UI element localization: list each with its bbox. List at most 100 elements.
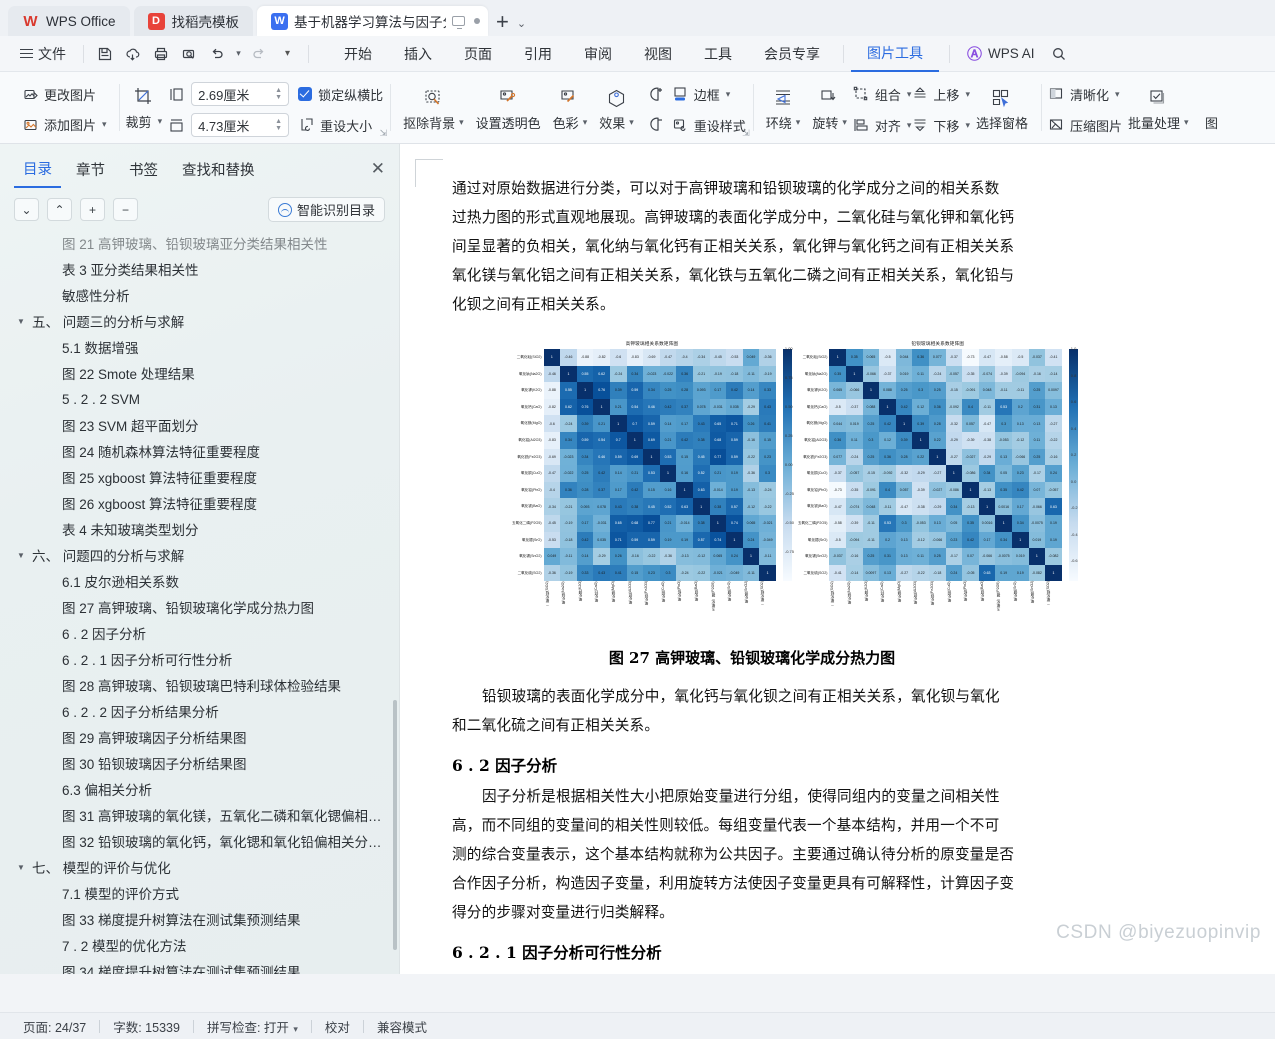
toc-list[interactable]: 图 21 高钾玻璃、铅钡玻璃亚分类结果相关性表 3 亚分类结果相关性 敏感性分析 ▼… bbox=[0, 230, 399, 974]
increase-level-button[interactable]: + bbox=[80, 198, 105, 221]
compatibility-mode[interactable]: 兼容模式 bbox=[364, 1017, 440, 1036]
send-backward-button[interactable]: 下移 ▾ bbox=[911, 112, 970, 138]
tab-review[interactable]: 审阅 bbox=[568, 37, 628, 71]
rotate-button[interactable]: 旋转 ▾ bbox=[806, 85, 853, 135]
picture-height-input[interactable]: 2.69厘米 ▲ ▼ bbox=[191, 82, 290, 106]
toc-item[interactable]: 图 21 高钾玻璃、铅钡玻璃亚分类结果相关性 bbox=[14, 230, 385, 256]
print-preview-icon[interactable] bbox=[175, 41, 203, 67]
toc-item[interactable]: 图 33 梯度提升树算法在测试集预测结果 bbox=[14, 906, 385, 932]
text-wrap-button[interactable]: 环绕 ▾ bbox=[760, 85, 807, 135]
bring-forward-button[interactable]: 上移 ▾ bbox=[911, 81, 970, 107]
cloud-sync-icon[interactable] bbox=[119, 41, 147, 67]
toc-item[interactable]: 7 . 2 模型的优化方法 bbox=[14, 932, 385, 958]
toc-item[interactable]: 7.1 模型的评价方式 bbox=[14, 880, 385, 906]
expand-all-button[interactable]: ⌄ bbox=[14, 198, 39, 221]
sidebar-tab-toc[interactable]: 目录 bbox=[14, 156, 61, 188]
selection-pane-button[interactable]: 选择窗格 bbox=[970, 85, 1034, 135]
toc-item[interactable]: 敏感性分析 bbox=[14, 282, 385, 308]
toc-item[interactable]: 5.1 数据增强 bbox=[14, 334, 385, 360]
smart-toc-button[interactable]: 智能识别目录 bbox=[267, 197, 385, 222]
remove-background-button[interactable]: 抠除背景 ▾ bbox=[397, 85, 470, 135]
page-indicator[interactable]: 页面: 24/37 bbox=[10, 1017, 99, 1036]
toc-item[interactable]: 6.1 皮尔逊相关系数 bbox=[14, 568, 385, 594]
toc-collapse-triangle-icon[interactable]: ▼ bbox=[14, 317, 28, 326]
toc-item[interactable]: 表 4 未知玻璃类型划分 bbox=[14, 516, 385, 542]
toc-item[interactable]: 图 31 高钾玻璃的氧化镁，五氧化二磷和氧化锶偏相关分 ... bbox=[14, 802, 385, 828]
brightness-increase-icon[interactable] bbox=[645, 84, 667, 106]
crop-icon[interactable] bbox=[133, 85, 155, 107]
toc-item[interactable]: ▼ 七、 模型的评价与优化 bbox=[14, 854, 385, 880]
new-tab-button[interactable]: + bbox=[492, 8, 513, 36]
adjust-dialog-launcher-icon[interactable]: ⇲ bbox=[742, 128, 750, 139]
toc-item[interactable]: 图 24 随机森林算法特征重要程度 bbox=[14, 438, 385, 464]
cut-picture-button[interactable]: 图 bbox=[1195, 85, 1229, 135]
redo-icon[interactable] bbox=[245, 41, 273, 67]
toc-item[interactable]: 图 23 SVM 超平面划分 bbox=[14, 412, 385, 438]
toc-collapse-triangle-icon[interactable]: ▼ bbox=[14, 863, 28, 872]
change-picture-button[interactable]: 更改图片 bbox=[17, 82, 112, 108]
stepper-icon[interactable]: ▲ ▼ bbox=[275, 118, 282, 132]
size-dialog-launcher-icon[interactable]: ⇲ bbox=[380, 128, 388, 139]
file-menu-button[interactable]: 文件 bbox=[10, 44, 76, 64]
sidebar-tab-chapter[interactable]: 章节 bbox=[67, 157, 114, 187]
app-tab-wps-office[interactable]: W WPS Office bbox=[8, 6, 130, 36]
document-canvas[interactable]: 通过对原始数据进行分类，可以对于高钾玻璃和铅钡玻璃的化学成分之间的相关系数 过热… bbox=[400, 144, 1275, 974]
align-button[interactable]: 对齐 ▾ bbox=[853, 112, 911, 138]
collapse-all-button[interactable]: ⌃ bbox=[47, 198, 72, 221]
undo-icon[interactable] bbox=[203, 41, 231, 67]
brightness-decrease-icon[interactable] bbox=[645, 114, 667, 136]
sidebar-scrollbar[interactable] bbox=[393, 700, 397, 950]
lock-aspect-ratio-checkbox[interactable]: 锁定纵横比 bbox=[298, 81, 383, 107]
set-transparent-color-button[interactable]: 设置透明色 bbox=[470, 85, 547, 135]
toc-item[interactable]: ▼ 五、 问题三的分析与求解 bbox=[14, 308, 385, 334]
tab-list-chevron-icon[interactable]: ⌄ bbox=[517, 17, 526, 36]
save-icon[interactable] bbox=[91, 41, 119, 67]
toc-item[interactable]: 6 . 2 . 2 因子分析结果分析 bbox=[14, 698, 385, 724]
crop-button[interactable]: 裁剪 ▾ bbox=[126, 109, 163, 135]
sharpen-button[interactable]: 清晰化 ▾ bbox=[1048, 81, 1122, 107]
toc-item[interactable]: 图 26 xgboost 算法特征重要程度 bbox=[14, 490, 385, 516]
reset-size-button[interactable]: 重设大小 bbox=[298, 112, 383, 138]
undo-caret-icon[interactable]: ▾ bbox=[231, 41, 245, 67]
stepper-icon[interactable]: ▲ ▼ bbox=[275, 87, 282, 101]
search-icon[interactable] bbox=[1045, 41, 1073, 67]
tab-picture-tools[interactable]: 图片工具 bbox=[851, 36, 939, 72]
toc-collapse-triangle-icon[interactable]: ▼ bbox=[14, 551, 28, 560]
decrease-level-button[interactable]: − bbox=[113, 198, 138, 221]
toc-item[interactable]: 图 22 Smote 处理结果 bbox=[14, 360, 385, 386]
tab-view[interactable]: 视图 bbox=[628, 37, 688, 71]
reset-style-button[interactable]: 重设样式 bbox=[672, 112, 746, 138]
wps-ai-button[interactable]: Ⓐ WPS AI bbox=[957, 43, 1045, 64]
figure-27-heatmaps[interactable]: 高钾玻璃相关系数矩阵图 二氧化硅(SiO2) 氧化钠(Na2O) 氧化钾(K2O) 氧化… bbox=[512, 341, 1275, 639]
toc-item[interactable]: 6.3 偏相关分析 bbox=[14, 776, 385, 802]
color-button[interactable]: 色彩 ▾ bbox=[547, 85, 594, 135]
tab-tools[interactable]: 工具 bbox=[688, 37, 748, 71]
toc-item[interactable]: 6 . 2 因子分析 bbox=[14, 620, 385, 646]
word-count[interactable]: 字数: 15339 bbox=[100, 1017, 193, 1036]
tab-start[interactable]: 开始 bbox=[328, 37, 388, 71]
print-icon[interactable] bbox=[147, 41, 175, 67]
sidebar-tab-bookmark[interactable]: 书签 bbox=[120, 157, 167, 187]
proofread-button[interactable]: 校对 bbox=[312, 1017, 363, 1036]
compress-picture-button[interactable]: 压缩图片 bbox=[1048, 112, 1122, 138]
toc-item[interactable]: 图 32 铅钡玻璃的氧化钙，氧化锶和氧化铅偏相关分析结 ... bbox=[14, 828, 385, 854]
app-tab-docer-template[interactable]: D 找稻壳模板 bbox=[133, 6, 254, 36]
toc-item[interactable]: ▼ 六、 问题四的分析与求解 bbox=[14, 542, 385, 568]
toc-item[interactable]: 6 . 2 . 1 因子分析可行性分析 bbox=[14, 646, 385, 672]
batch-process-button[interactable]: 批量处理 ▾ bbox=[1122, 85, 1195, 135]
toc-item[interactable]: 表 3 亚分类结果相关性 bbox=[14, 256, 385, 282]
tab-insert[interactable]: 插入 bbox=[388, 37, 448, 71]
toc-item[interactable]: 图 25 xgboost 算法特征重要程度 bbox=[14, 464, 385, 490]
toc-item[interactable]: 图 30 铅钡玻璃因子分析结果图 bbox=[14, 750, 385, 776]
effects-button[interactable]: 效果 ▾ bbox=[593, 85, 640, 135]
toc-item[interactable]: 图 34 梯度提升树算法在测试集预测结果 bbox=[14, 958, 385, 974]
toc-item[interactable]: 5 . 2 . 2 SVM bbox=[14, 386, 385, 412]
border-button[interactable]: 边框 ▾ bbox=[672, 81, 746, 107]
sidebar-tab-find-replace[interactable]: 查找和替换 bbox=[173, 157, 264, 187]
add-picture-button[interactable]: 添加图片 ▾ bbox=[17, 112, 112, 138]
spellcheck-status[interactable]: 拼写检查: 打开 ▾ bbox=[194, 1017, 311, 1036]
group-button[interactable]: 组合 ▾ bbox=[853, 81, 911, 107]
tab-page[interactable]: 页面 bbox=[448, 37, 508, 71]
close-icon[interactable]: ✕ bbox=[371, 159, 385, 185]
app-tab-document[interactable]: W 基于机器学习算法与因子分析 bbox=[257, 6, 489, 36]
